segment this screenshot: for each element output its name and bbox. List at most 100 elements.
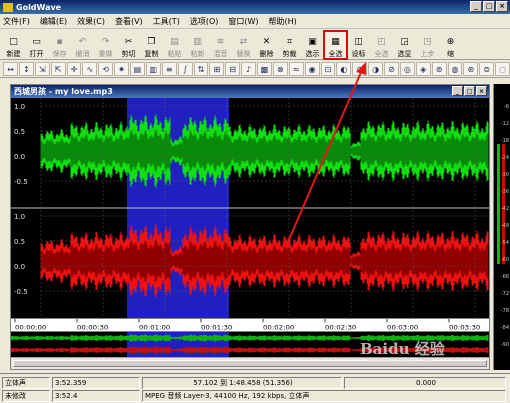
effect-tool-24-icon[interactable]: ⊘ <box>384 62 399 76</box>
toolbar-button-3[interactable]: ↶ 撤消 <box>71 31 94 59</box>
doc-minimize-button[interactable]: _ <box>452 86 463 96</box>
effect-tool-13-icon[interactable]: ⊞ <box>209 62 225 76</box>
toolbar-button-15[interactable]: ◫ 设标 <box>347 31 370 59</box>
toolbar-label-14: 全选 <box>328 50 343 58</box>
toolbar-button-9[interactable]: ≋ 混音 <box>209 31 232 59</box>
effect-tool-3-icon[interactable]: ⇱ <box>50 62 66 76</box>
effect-tool-23-icon[interactable]: ◑ <box>368 62 383 76</box>
status-modified: 未修改 <box>2 390 50 402</box>
toolbar-label-8: 粘新 <box>190 50 205 58</box>
amplitude-label-7: -0.5 <box>14 288 28 296</box>
minimize-button[interactable]: _ <box>470 1 482 12</box>
effect-tool-2-icon[interactable]: ⇲ <box>34 62 50 76</box>
toolbar-label-2: 保存 <box>52 50 67 58</box>
amplitude-label-0: 1.0 <box>14 103 25 111</box>
effect-tool-11-icon[interactable]: ∫ <box>177 62 193 76</box>
db-label-5: -36 <box>500 189 509 195</box>
left-channel[interactable] <box>40 114 489 188</box>
toolbar-button-5[interactable]: ✂ 剪切 <box>117 31 140 59</box>
effect-tool-15-icon[interactable]: ♪ <box>241 62 256 76</box>
effect-tool-0-icon[interactable]: ↔ <box>3 62 18 76</box>
effect-tool-16-icon[interactable]: ▩ <box>257 62 272 76</box>
doc-close-button[interactable]: × <box>476 86 487 96</box>
effect-tool-17-icon[interactable]: ⊗ <box>272 62 288 76</box>
timeline-label-2: 00:01:00 <box>139 324 170 331</box>
toolbar-button-16[interactable]: ◰ 全选 <box>370 31 393 59</box>
toolbar-button-7[interactable]: ▤ 粘贴 <box>163 31 186 59</box>
status-format: MPEG 音频 Layer-3, 44100 Hz, 192 kbps, 立体声 <box>142 390 506 402</box>
toolbar-icon-0: □ <box>9 36 18 47</box>
maximize-button[interactable]: □ <box>483 1 495 12</box>
effect-tool-26-icon[interactable]: ◈ <box>415 62 431 76</box>
amplitude-label-5: 0.5 <box>14 238 25 246</box>
timeline-label-6: 00:03:00 <box>387 324 418 331</box>
effect-tool-27-icon[interactable]: ⊚ <box>431 62 447 76</box>
close-button[interactable]: × <box>496 1 508 12</box>
toolbar-label-13: 选示 <box>305 50 320 58</box>
effect-tool-4-icon[interactable]: ✛ <box>66 62 82 76</box>
toolbar-label-18: 上步 <box>420 50 435 58</box>
toolbar-button-10[interactable]: ⇄ 替换 <box>232 31 255 59</box>
toolbar-button-6[interactable]: ❐ 复制 <box>140 31 163 59</box>
toolbar-button-14[interactable]: ▦ 全选 <box>323 30 348 60</box>
toolbar-button-11[interactable]: ✕ 删除 <box>255 31 278 59</box>
toolbar-label-5: 剪切 <box>121 50 136 58</box>
db-label-7: -48 <box>500 223 509 229</box>
toolbar-label-11: 删除 <box>259 50 274 58</box>
effect-tool-31-icon[interactable]: ◌ <box>495 62 510 76</box>
waveform-view[interactable]: 1.0 0.5 0.0 -0.5 1.0 0.5 0.0 -0.5 <box>11 98 489 318</box>
toolbar-icon-1: ▭ <box>32 36 41 47</box>
toolbar-button-4[interactable]: ↷ 重做 <box>94 31 117 59</box>
status-length: 3:52.359 <box>52 377 140 389</box>
effect-tool-10-icon[interactable]: ≡ <box>161 62 177 76</box>
toolbar-icon-6: ❐ <box>147 36 156 47</box>
effect-tool-29-icon[interactable]: ⊛ <box>463 62 479 76</box>
effect-tool-19-icon[interactable]: ◉ <box>304 62 320 76</box>
toolbar-label-16: 全选 <box>374 50 389 58</box>
effect-tool-7-icon[interactable]: ✷ <box>114 62 129 76</box>
menu-options[interactable]: 选项(O) <box>190 16 219 27</box>
db-label-12: -78 <box>500 308 509 314</box>
effect-tool-5-icon[interactable]: ∿ <box>82 62 98 76</box>
effect-tool-12-icon[interactable]: ⇅ <box>193 62 209 76</box>
effect-tool-8-icon[interactable]: ▤ <box>130 62 145 76</box>
menu-edit[interactable]: 编辑(E) <box>40 16 67 27</box>
toolbar-button-12[interactable]: ⌗ 剪裁 <box>278 31 301 59</box>
toolbar-button-0[interactable]: □ 新建 <box>2 31 25 59</box>
menu-view[interactable]: 查看(V) <box>115 16 143 27</box>
toolbar-button-2[interactable]: ▪ 保存 <box>48 31 71 59</box>
effect-tool-9-icon[interactable]: ▥ <box>145 62 161 76</box>
menu-bar: 文件(F) 编辑(E) 效果(C) 查看(V) 工具(T) 选项(O) 窗口(W… <box>0 14 510 29</box>
toolbar-label-1: 打开 <box>29 50 44 58</box>
toolbar-button-1[interactable]: ▭ 打开 <box>25 31 48 59</box>
right-channel[interactable] <box>40 224 489 298</box>
effect-tool-1-icon[interactable]: ↕ <box>18 62 34 76</box>
toolbar-button-13[interactable]: ▣ 选示 <box>301 31 324 59</box>
toolbar-button-18[interactable]: ◳ 上步 <box>416 31 439 59</box>
menu-file[interactable]: 文件(F) <box>3 16 30 27</box>
toolbar-button-19[interactable]: ⊕ 缩 <box>439 31 462 59</box>
toolbar-icon-2: ▪ <box>56 36 63 47</box>
effect-tool-22-icon[interactable]: ⊙ <box>352 62 368 76</box>
db-label-9: -60 <box>500 257 509 263</box>
effect-tool-14-icon[interactable]: ⊟ <box>225 62 241 76</box>
effect-tool-6-icon[interactable]: ⟲ <box>98 62 114 76</box>
db-label-1: -12 <box>500 121 509 127</box>
effect-tool-21-icon[interactable]: ◐ <box>336 62 352 76</box>
effect-tool-25-icon[interactable]: ◎ <box>399 62 415 76</box>
toolbar-button-17[interactable]: ◲ 选显 <box>393 31 416 59</box>
menu-effects[interactable]: 效果(C) <box>77 16 105 27</box>
toolbar-label-9: 混音 <box>213 50 228 58</box>
menu-help[interactable]: 帮助(H) <box>269 16 297 27</box>
window-title: GoldWave <box>16 2 62 12</box>
effect-tool-18-icon[interactable]: ≈ <box>288 62 304 76</box>
effect-tool-28-icon[interactable]: ◍ <box>447 62 463 76</box>
toolbar-button-8[interactable]: ▥ 粘新 <box>186 31 209 59</box>
effect-tool-20-icon[interactable]: ⊡ <box>320 62 336 76</box>
menu-window[interactable]: 窗口(W) <box>228 16 258 27</box>
db-label-2: -18 <box>500 138 509 144</box>
menu-tools[interactable]: 工具(T) <box>153 16 180 27</box>
doc-maximize-button[interactable]: □ <box>464 86 475 96</box>
timeline-ruler[interactable]: 00:00:00 00:00:30 00:01:00 00:01:30 00:02:00… <box>11 318 489 332</box>
effect-tool-30-icon[interactable]: ⊜ <box>479 62 495 76</box>
